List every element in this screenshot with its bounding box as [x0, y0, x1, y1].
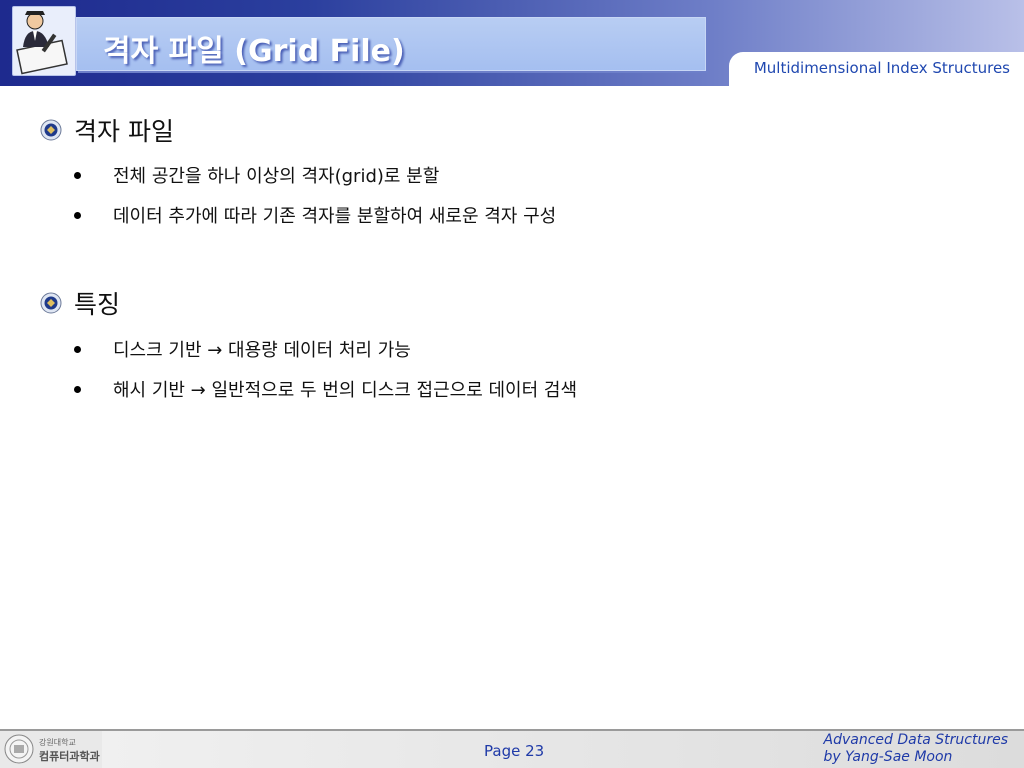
university-emblem-icon: [40, 292, 62, 314]
department-logo: 강원대학교 컴퓨터과학과: [0, 731, 102, 768]
bullet-item: 해시 기반 → 일반적으로 두 번의 디스크 접근으로 데이터 검색: [74, 376, 577, 402]
course-credit: Advanced Data Structures by Yang-Sae Moo…: [824, 732, 1008, 766]
section-title: 격자 파일: [74, 117, 174, 146]
subtitle-tab: Multidimensional Index Structures: [729, 52, 1024, 86]
slide-footer: 강원대학교 컴퓨터과학과 Page 23 Advanced Data Struc…: [0, 731, 1024, 768]
bullet-dot: [74, 345, 81, 353]
section-title: 특징: [74, 290, 121, 319]
slide-subtitle: Multidimensional Index Structures: [753, 59, 1010, 77]
bullet-dot: [74, 211, 81, 219]
presenter-with-pen-icon: [12, 6, 76, 76]
page-number: Page 23: [484, 742, 545, 760]
bullet-text: 전체 공간을 하나 이상의 격자(grid)로 분할: [113, 166, 440, 187]
bullet-item: 데이터 추가에 따라 기존 격자를 분할하여 새로운 격자 구성: [74, 202, 556, 228]
slide-title: 격자 파일 (Grid File): [103, 34, 405, 69]
logo-university-text: 강원대학교: [39, 738, 76, 747]
bullet-item: 디스크 기반 → 대용량 데이터 처리 가능: [74, 336, 411, 362]
section-grid-file: 격자 파일: [40, 112, 174, 148]
university-emblem-icon: [40, 119, 62, 141]
bullet-dot: [74, 385, 81, 393]
section-features: 특징: [40, 285, 120, 321]
bullet-item: 전체 공간을 하나 이상의 격자(grid)로 분할: [74, 162, 439, 188]
course-title: Advanced Data Structures: [823, 732, 1008, 748]
bullet-text: 해시 기반 → 일반적으로 두 번의 디스크 접근으로 데이터 검색: [113, 380, 578, 401]
university-seal-icon: [4, 734, 34, 764]
bullet-dot: [74, 171, 81, 179]
course-author: by Yang-Sae Moon: [823, 749, 953, 765]
bullet-text: 디스크 기반 → 대용량 데이터 처리 가능: [113, 340, 411, 361]
slide-header: 격자 파일 (Grid File) Multidimensional Index…: [0, 0, 1024, 86]
bullet-text: 데이터 추가에 따라 기존 격자를 분할하여 새로운 격자 구성: [113, 206, 557, 227]
logo-department-text: 컴퓨터과학과: [39, 750, 100, 763]
title-box: 격자 파일 (Grid File): [76, 17, 706, 71]
